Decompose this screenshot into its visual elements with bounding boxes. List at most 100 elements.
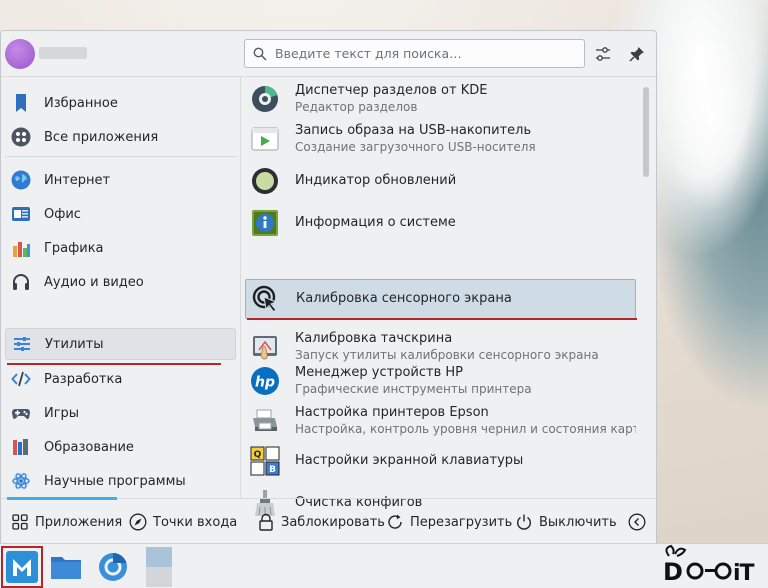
restart-icon [386,513,404,531]
user-name[interactable] [39,47,87,59]
svg-text:D: D [663,558,682,584]
tab-applications-label: Приложения [35,514,123,530]
app-item-usb-writer[interactable]: Запись образа на USB-накопитель Создание… [245,119,636,159]
app-subtitle: Редактор разделов [295,100,418,114]
usb-writer-icon [249,123,281,155]
svg-text:hp: hp [255,375,275,391]
app-text: Калибровка тачскрина Запуск утилиты кали… [295,331,599,363]
category-separator [5,156,236,157]
application-list: Диспетчер разделов от KDE Редактор разде… [242,77,656,516]
sliders-icon [596,47,610,61]
taskbar-web-browser[interactable] [92,546,134,588]
search-box[interactable] [244,39,585,68]
grid-icon [10,126,32,148]
category-education[interactable]: Образование [5,431,236,463]
search-input[interactable] [275,46,575,61]
highlight-underline [247,318,637,320]
printer-icon [249,405,281,437]
taskbar [0,543,768,588]
headphones-icon [10,271,32,293]
gamepad-icon [10,402,32,424]
power-icon [515,513,533,531]
category-label: Аудио и видео [44,274,144,290]
category-label: Утилиты [45,336,104,352]
tab-applications[interactable]: Приложения [11,509,122,535]
category-graphics[interactable]: Графика [5,232,236,264]
restart-button[interactable]: Перезагрузить [386,509,512,535]
user-avatar[interactable] [5,39,35,69]
app-subtitle: Графические инструменты принтера [295,382,532,396]
app-text: Индикатор обновлений [295,173,456,189]
category-science[interactable]: Научные программы [5,465,236,497]
app-subtitle: Настройка, контроль уровня чернил и сост… [295,422,636,436]
update-indicator-icon [249,165,281,197]
app-title: Индикатор обновлений [295,173,457,188]
globe-icon [10,169,32,191]
app-item-update-indicator[interactable]: Индикатор обновлений [245,161,636,201]
browser-icon [99,552,127,581]
app-title: Менеджер устройств HP [295,365,463,380]
app-item-partition-manager[interactable]: Диспетчер разделов от KDE Редактор разде… [245,79,636,119]
category-label: Разработка [44,371,123,387]
tab-places[interactable]: Точки входа [129,509,237,535]
category-internet[interactable]: Интернет [5,164,236,196]
app-text: Настройки экранной клавиатуры [295,453,523,469]
app-title: Настройка принтеров Epson [295,405,489,420]
lock-icon [257,513,275,531]
app-item-touch-calibration[interactable]: Калибровка сенсорного экрана [245,279,636,319]
svg-text:Q: Q [254,450,262,460]
lock-label: Заблокировать [281,514,385,530]
compass-icon [129,513,147,531]
app-title: Настройки экранной клавиатуры [295,453,524,468]
pin-icon [629,47,644,62]
touchscreen-calibrator-icon [249,331,281,363]
app-item-system-info[interactable]: Информация о системе [245,203,636,243]
search-icon [253,47,267,60]
category-development[interactable]: Разработка [5,363,236,395]
category-utilities[interactable]: Утилиты [5,328,236,360]
app-text: Запись образа на USB-накопитель Создание… [295,123,536,155]
app-list-scrollbar[interactable] [643,87,649,177]
bookmark-icon [10,92,32,114]
app-title: Информация о системе [295,215,456,230]
app-item-epson-printer[interactable]: Настройка принтеров Epson Настройка, кон… [245,401,636,441]
category-all-applications[interactable]: Все приложения [5,121,236,153]
more-actions-button[interactable] [628,509,652,535]
category-label: Все приложения [44,129,159,145]
application-launcher: Избранное Все приложения Интернет [0,30,657,543]
partition-manager-icon [249,83,281,115]
category-office[interactable]: Офис [5,198,236,230]
app-title: Диспетчер разделов от KDE [295,83,488,98]
app-text: Информация о системе [295,215,456,231]
category-games[interactable]: Игры [5,397,236,429]
hp-icon: hp [249,365,281,397]
pin-button[interactable] [625,42,649,66]
application-launcher-button[interactable] [1,546,43,588]
shutdown-label: Выключить [539,514,617,530]
system-info-icon [249,207,281,239]
watermark-logo: D iT [658,543,768,588]
utilities-icon [11,333,33,355]
category-multimedia[interactable]: Аудио и видео [5,266,236,298]
applications-grid-icon [11,513,29,531]
app-item-hp-device-manager[interactable]: hp Менеджер устройств HP Графические инс… [245,361,636,401]
chevron-left-icon [628,513,646,531]
manjaro-logo-icon [6,551,38,583]
svg-text:B: B [269,465,276,475]
shutdown-button[interactable]: Выключить [515,509,617,535]
folder-icon [51,557,81,579]
category-label: Образование [44,439,134,455]
office-icon [10,203,32,225]
category-label: Графика [44,240,104,256]
taskbar-pager[interactable] [138,546,180,588]
app-item-onscreen-keyboard[interactable]: Q B Настройки экранной клавиатуры [245,441,636,481]
taskbar-file-manager[interactable] [45,546,87,588]
category-favorites[interactable]: Избранное [5,87,236,119]
lock-button[interactable]: Заблокировать [257,509,385,535]
app-title: Запись образа на USB-накопитель [295,123,532,138]
configure-button[interactable] [591,42,615,66]
app-text: Настройка принтеров Epson Настройка, кон… [295,405,636,437]
app-text: Менеджер устройств HP Графические инстру… [295,365,532,397]
app-title: Калибровка сенсорного экрана [296,291,512,306]
onscreen-keyboard-icon: Q B [249,445,281,477]
